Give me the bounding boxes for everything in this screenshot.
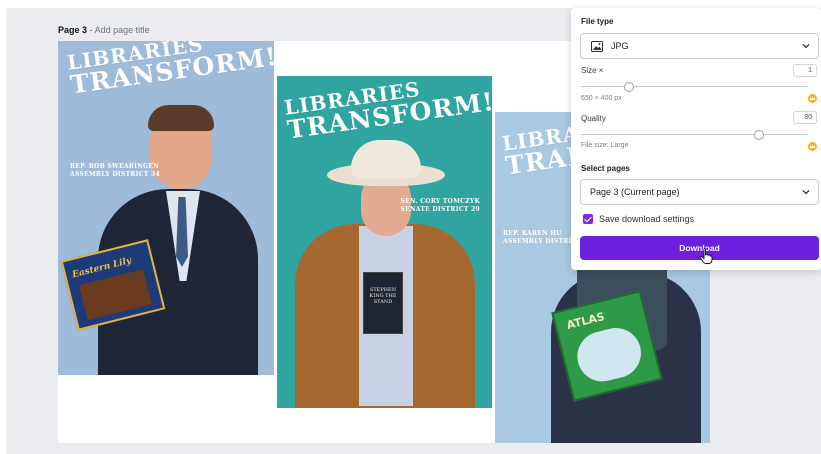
caption-name: SEN. CORY TOMCZYK (400, 198, 480, 205)
poster-headline: LIBRARIES TRANSFORM! (66, 41, 274, 100)
poster-headline: LIBRARIES TRANSFORM! (283, 76, 492, 145)
person-hair (148, 105, 214, 131)
book-title: ATLAS (565, 309, 606, 332)
select-pages-dropdown[interactable]: Page 3 (Current page) (580, 179, 819, 205)
quality-slider-thumb[interactable] (753, 130, 764, 140)
caption-district: ASSEMBLY DISTRICT (503, 237, 582, 245)
page-label-separator: - (89, 25, 93, 35)
page-number-label: Page 3 (58, 25, 88, 35)
pro-crown-icon (808, 142, 817, 151)
caption-district: SENATE DISTRICT 29 (400, 205, 480, 213)
caption-district: ASSEMBLY DISTRICT 34 (70, 170, 160, 178)
quality-label: Quality (581, 114, 606, 123)
size-multiplier-input[interactable]: 1 (793, 64, 817, 77)
poster-caption: REP. ROB SWEARINGEN ASSEMBLY DISTRICT 34 (70, 163, 160, 178)
save-settings-row[interactable]: Save download settings (583, 214, 694, 224)
quality-slider-track (581, 134, 807, 135)
poster-caption: REP. KAREN HU ASSEMBLY DISTRICT (503, 230, 582, 245)
add-page-title-input[interactable]: Add page title (95, 25, 150, 35)
poster-cory-tomczyk[interactable]: LIBRARIES TRANSFORM! SEN. CORY TOMCZYK S… (277, 76, 492, 408)
book-title: STEPHEN KING THE STAND (369, 287, 397, 305)
file-type-select[interactable]: JPG (580, 33, 819, 59)
size-slider-track (581, 86, 807, 87)
size-dimensions-text: 650 × 400 px (581, 95, 622, 102)
select-pages-label: Select pages (581, 164, 630, 173)
file-size-text: File size: Large (581, 142, 629, 149)
caption-name: REP. KAREN HU (503, 230, 562, 237)
quality-input[interactable]: 80 (793, 111, 817, 124)
page-title-bar: Page 3 - Add page title (58, 25, 150, 35)
image-file-icon (591, 40, 603, 52)
held-book: STEPHEN KING THE STAND (363, 272, 403, 334)
file-type-label: File type (581, 17, 614, 26)
chevron-down-icon (802, 190, 810, 195)
caption-name: REP. ROB SWEARINGEN (70, 163, 160, 170)
size-slider[interactable] (581, 82, 807, 92)
book-cover-art (79, 269, 152, 321)
save-settings-label: Save download settings (599, 214, 695, 224)
hand-pointer-cursor-icon (699, 248, 713, 264)
editor-workspace: Page 3 - Add page title LIBRARIES TRANSF… (0, 0, 821, 454)
select-pages-value: Page 3 (Current page) (590, 187, 680, 197)
poster-rob-swearingen[interactable]: LIBRARIES TRANSFORM! REP. ROB SWEARINGEN… (58, 41, 274, 375)
file-type-value: JPG (611, 41, 629, 51)
pro-crown-icon (808, 94, 817, 103)
book-cover-map (572, 322, 647, 387)
save-settings-checkbox[interactable] (583, 214, 593, 224)
cowboy-hat-crown (351, 140, 421, 178)
size-slider-thumb[interactable] (624, 82, 635, 92)
quality-slider[interactable] (581, 130, 807, 140)
download-panel: File type JPG Size × 1 650 × 400 px Qual… (571, 8, 821, 270)
poster-caption: SEN. CORY TOMCZYK SENATE DISTRICT 29 (400, 198, 480, 213)
chevron-down-icon (802, 44, 810, 49)
size-label: Size × (581, 66, 604, 75)
